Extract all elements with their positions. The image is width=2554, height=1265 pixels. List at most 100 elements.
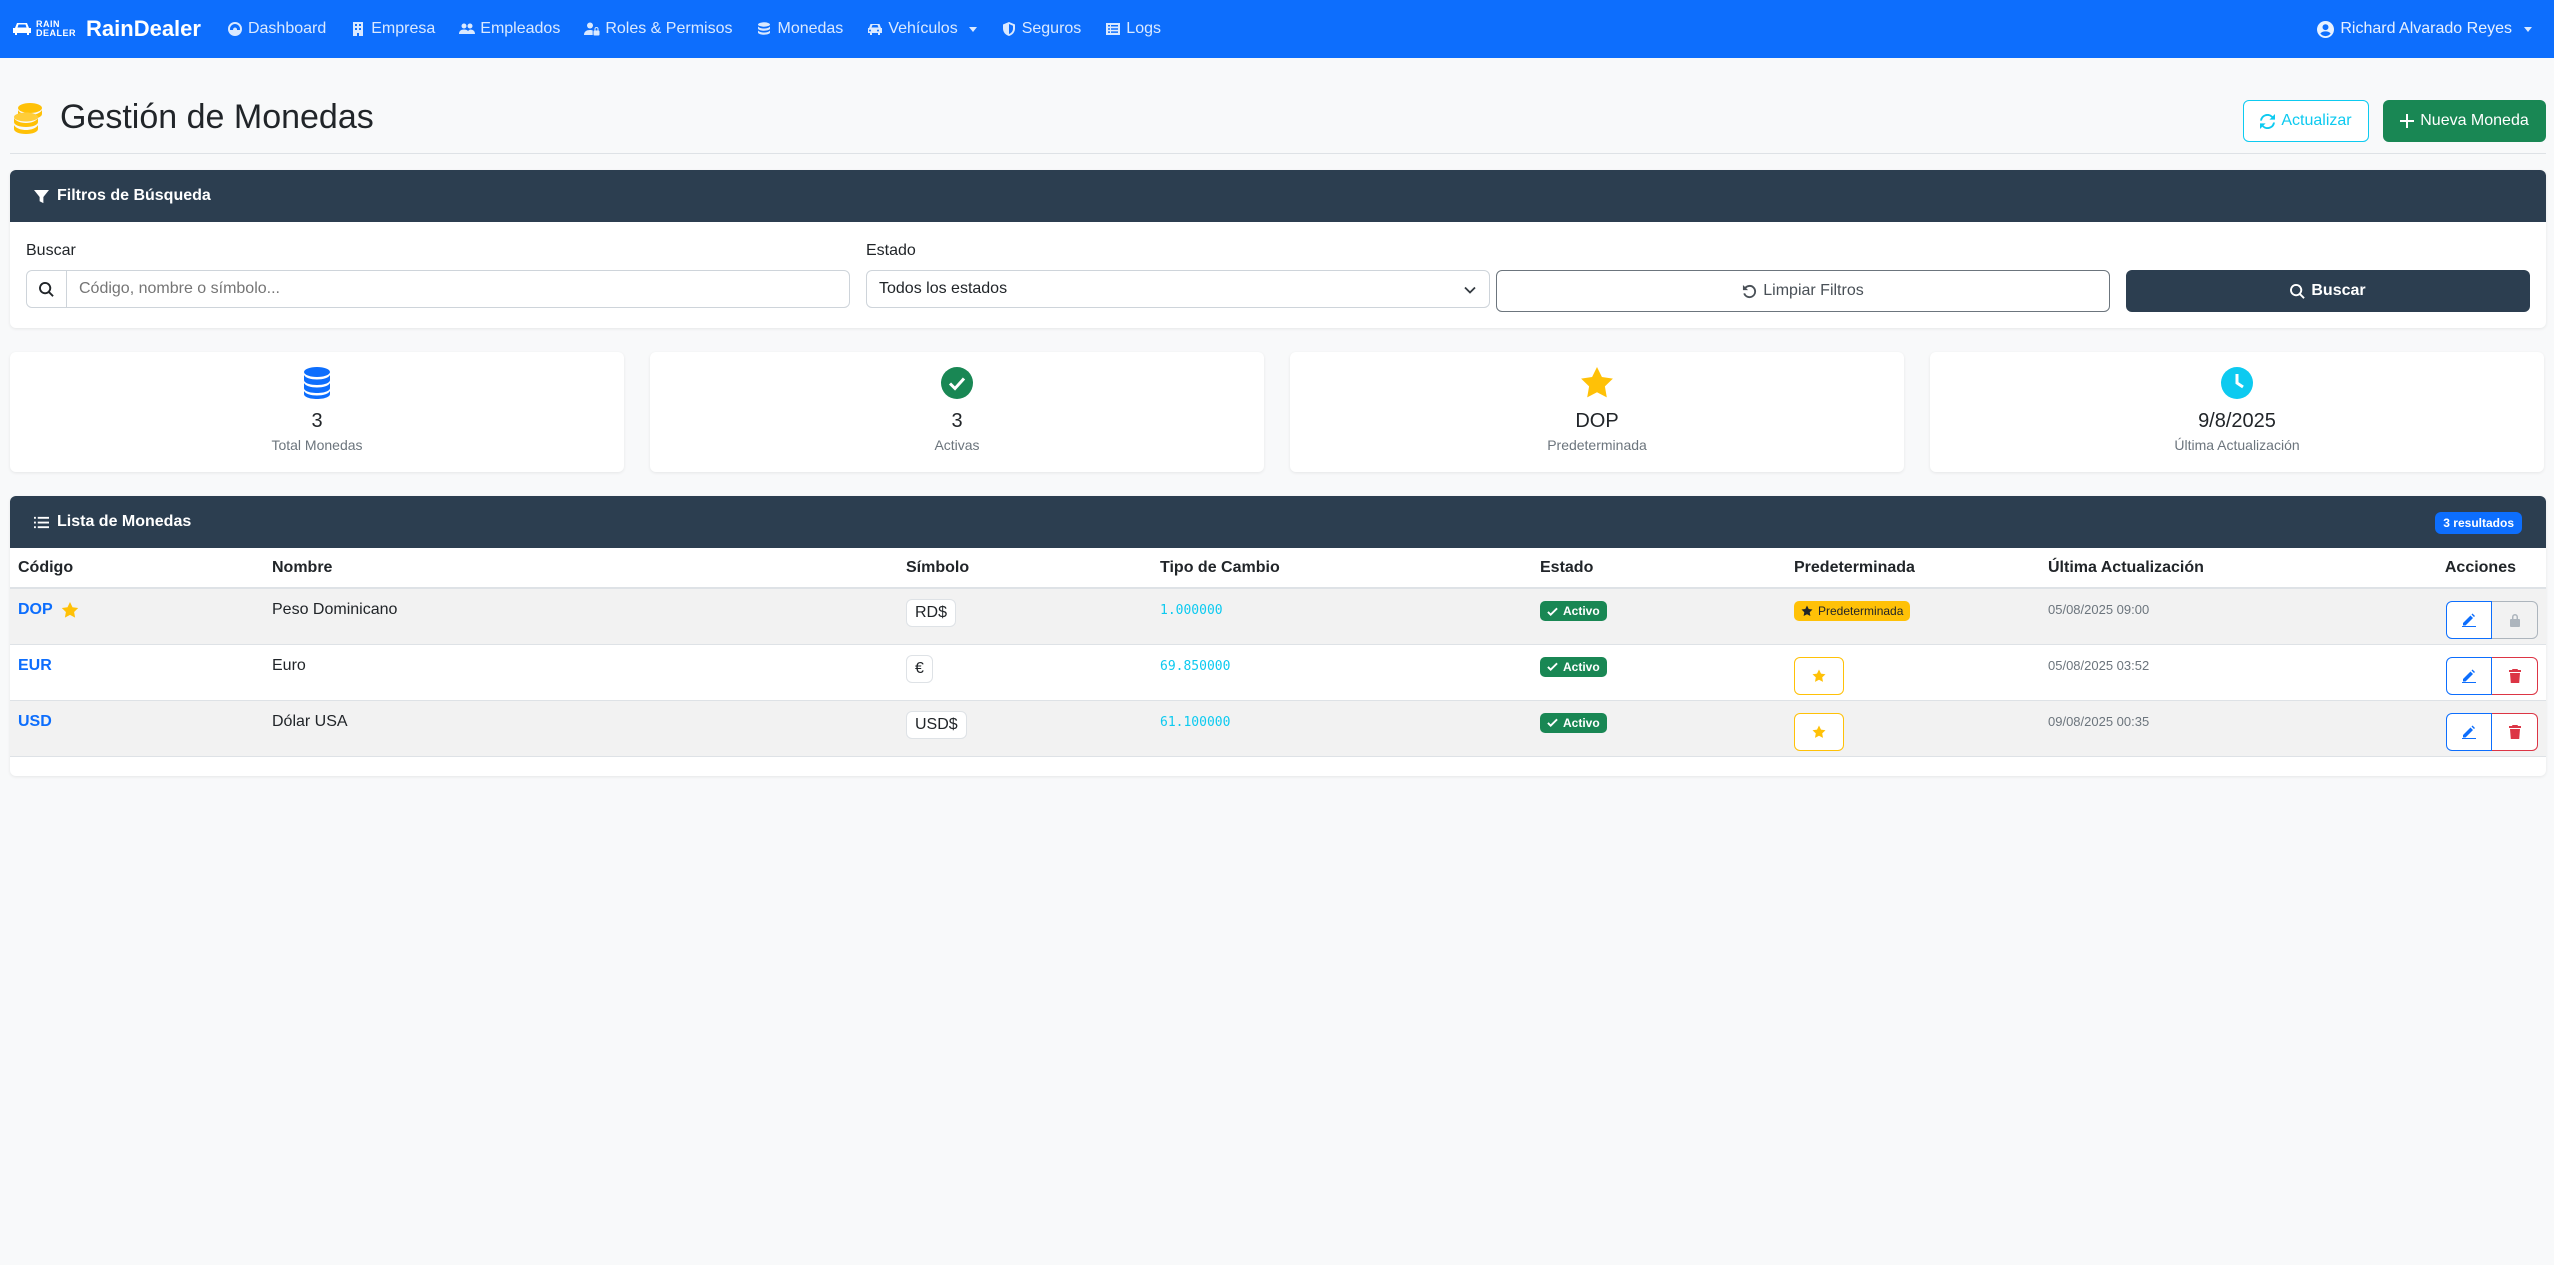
stat-label: Última Actualización (2174, 437, 2300, 453)
status-text: Activo (1563, 604, 1600, 618)
search-field[interactable] (26, 270, 850, 308)
page-title-group: Gestión de Monedas (10, 98, 374, 137)
nav-item-logs[interactable]: Logs (1105, 20, 1161, 38)
status-text: Activo (1563, 715, 1600, 730)
symbol-badge: RD$ (906, 599, 957, 627)
delete-button[interactable] (2492, 712, 2538, 751)
column-header[interactable]: Última Actualización (2040, 548, 2420, 589)
nav-item-seguros[interactable]: Seguros (1001, 20, 1082, 38)
code-cell: EUR (10, 644, 264, 701)
exchange-rate: 69.850000 (1160, 658, 1231, 674)
coins-icon (758, 22, 771, 35)
nav-label: Seguros (1021, 20, 1082, 37)
status-cell: Activo (1532, 700, 1786, 757)
status-label: Estado (866, 242, 916, 259)
currency-code-link[interactable]: EUR (18, 657, 52, 675)
nav-label: Roles & Permisos (605, 20, 733, 37)
edit-button[interactable] (2446, 656, 2492, 695)
symbol-badge: USD$ (906, 710, 967, 739)
name-cell: Euro (264, 644, 898, 701)
stat-value: 9/8/2025 (2198, 410, 2276, 432)
logo-text-dealer: DEALER (36, 28, 77, 38)
column-header[interactable]: Código (10, 548, 264, 589)
edit-button[interactable] (2446, 601, 2492, 639)
column-header[interactable]: Estado (1532, 548, 1786, 589)
status-select-value: Todos los estados (879, 280, 1008, 297)
nav-item-monedas[interactable]: Monedas (756, 20, 843, 38)
actions-cell (2420, 644, 2546, 701)
users-icon (459, 23, 476, 34)
actions-cell (2420, 700, 2546, 757)
set-default-button[interactable] (1794, 656, 1844, 695)
column-header: Acciones (2420, 548, 2546, 589)
star-icon (61, 602, 78, 618)
search-button[interactable]: Buscar (2126, 270, 2530, 312)
lock-icon (2509, 614, 2520, 627)
edit-icon (2462, 725, 2476, 739)
coins-icon (14, 102, 42, 134)
updated-cell: 05/08/2025 03:52 (2040, 644, 2420, 701)
user-circle-icon (2317, 20, 2335, 38)
search-label: Buscar (26, 242, 76, 259)
list-icon (34, 516, 49, 528)
table-row: DOP Peso Dominicano RD$ 1.000000 Activo (10, 588, 2546, 645)
name-cell: Dólar USA (264, 700, 898, 757)
updated-date: 09/08/2025 00:35 (2048, 713, 2150, 729)
edit-icon (2462, 613, 2476, 627)
exchange-rate: 1.000000 (1160, 603, 1223, 618)
column-header[interactable]: Símbolo (898, 548, 1152, 589)
currency-code-link[interactable]: DOP (18, 601, 79, 619)
nav-label: Monedas (777, 20, 844, 37)
refresh-button[interactable]: Actualizar (2243, 100, 2369, 142)
currency-code: USD (18, 712, 52, 730)
column-header[interactable]: Predeterminada (1786, 548, 2040, 589)
edit-button[interactable] (2446, 712, 2492, 751)
row-actions (2428, 601, 2538, 639)
row-actions (2428, 712, 2538, 751)
filters-card: Filtros de Búsqueda Buscar Estado Todos … (10, 170, 2546, 328)
currency-code-link[interactable]: USD (18, 713, 52, 731)
default-badge-text: Predeterminada (1818, 604, 1904, 618)
star-icon (1581, 367, 1613, 398)
brand[interactable]: RAIN DEALER RainDealer (12, 16, 201, 42)
trash-icon (2508, 724, 2521, 739)
status-text: Activo (1563, 659, 1600, 674)
column-header[interactable]: Tipo de Cambio (1152, 548, 1532, 589)
check-icon (1547, 607, 1558, 616)
nav-label: Vehículos (888, 20, 958, 37)
code-cell: USD (10, 700, 264, 757)
dashboard-icon (227, 22, 242, 36)
new-currency-button[interactable]: Nueva Moneda (2383, 100, 2546, 142)
user-menu[interactable]: Richard Alvarado Reyes (2317, 0, 2532, 58)
status-cell: Activo (1532, 588, 1786, 645)
actions-cell (2420, 588, 2546, 645)
currency-code: EUR (18, 656, 52, 674)
nav-item-vehiculos[interactable]: Vehículos (867, 20, 977, 38)
brand-logo: RAIN DEALER (12, 20, 76, 38)
nav-item-empresa[interactable]: Empresa (350, 20, 435, 38)
row-actions (2428, 656, 2538, 695)
edit-icon (2462, 669, 2476, 683)
filters-title: Filtros de Búsqueda (57, 187, 211, 204)
nav-label: Dashboard (247, 20, 327, 37)
stat-value: 3 (311, 410, 323, 432)
star-icon (1801, 605, 1813, 616)
status-badge: Activo (1540, 712, 1607, 733)
rate-cell: 61.100000 (1152, 700, 1532, 757)
database-icon (304, 367, 330, 399)
search-input[interactable] (67, 271, 849, 307)
status-cell: Activo (1532, 644, 1786, 701)
column-header[interactable]: Nombre (264, 548, 898, 589)
set-default-button[interactable] (1794, 712, 1844, 751)
nav-item-empleados[interactable]: Empleados (459, 20, 560, 38)
nav-item-roles[interactable]: Roles & Permisos (584, 20, 732, 38)
clear-filters-label: Limpiar Filtros (1763, 282, 1864, 299)
status-select[interactable]: Todos los estados (866, 270, 1490, 308)
check-icon (1547, 718, 1558, 728)
clear-filters-button[interactable]: Limpiar Filtros (1496, 270, 2110, 312)
nav-item-dashboard[interactable]: Dashboard (227, 20, 326, 38)
default-cell (1786, 644, 2040, 701)
refresh-label: Actualizar (2281, 112, 2352, 129)
delete-button[interactable] (2492, 656, 2538, 695)
stat-value: 3 (951, 410, 963, 432)
